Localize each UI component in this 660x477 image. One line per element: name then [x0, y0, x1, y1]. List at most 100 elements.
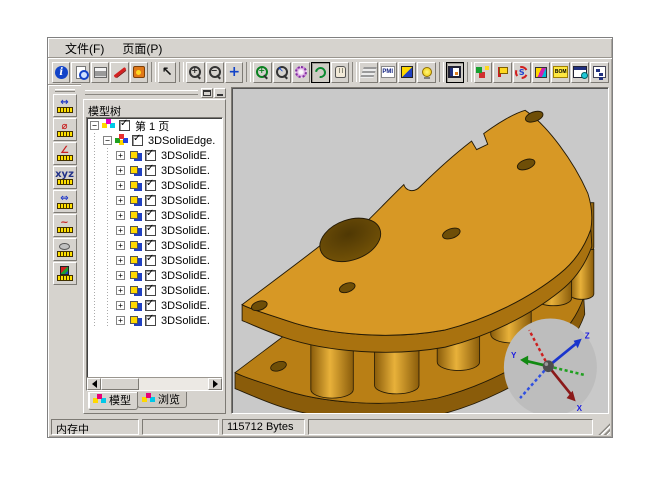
expand-toggle[interactable]: +	[116, 301, 125, 310]
coordinate-xyz-button[interactable]: xyz	[53, 166, 77, 189]
tree-item-label[interactable]: 3DSolidE.	[161, 285, 210, 297]
expand-toggle[interactable]: +	[116, 316, 125, 325]
tree-item-part: +3DSolidE.	[87, 208, 222, 223]
expand-toggle[interactable]: +	[116, 181, 125, 190]
tree-item-label[interactable]: 3DSolidE.	[161, 240, 210, 252]
expand-toggle[interactable]: +	[116, 196, 125, 205]
model-canvas[interactable]: Z X Y	[232, 88, 608, 413]
expand-toggle[interactable]: +	[116, 241, 125, 250]
visibility-checkbox[interactable]	[145, 180, 156, 191]
measure-volume-button[interactable]	[53, 262, 77, 285]
tree-item-label[interactable]: 3DSolidE.	[161, 315, 210, 327]
measure-angle-button[interactable]: ∠	[53, 142, 77, 165]
materials-button[interactable]	[532, 62, 550, 83]
tree-item-label[interactable]: 3DSolidE.	[161, 300, 210, 312]
visibility-checkbox[interactable]	[145, 165, 156, 176]
tree-item-label[interactable]: 3DSolidE.	[161, 210, 210, 222]
tree-item-label[interactable]: 3DSolidE.	[161, 150, 210, 162]
scroll-right-button[interactable]	[208, 378, 222, 390]
print-icon	[94, 67, 107, 78]
measure-gap-button[interactable]: ⇔	[53, 190, 77, 213]
zoom-out-button[interactable]: −	[206, 62, 224, 83]
zoom-all-button[interactable]: +	[253, 62, 271, 83]
visibility-checkbox[interactable]	[145, 255, 156, 266]
expand-toggle[interactable]: −	[90, 121, 99, 130]
scrollbar-thumb[interactable]	[101, 378, 139, 390]
rotate-button[interactable]	[311, 62, 329, 83]
pan-move-button[interactable]: +	[225, 62, 243, 83]
measure-gap-icon: ⇔	[56, 193, 74, 210]
tree-item-label[interactable]: 第 1 页	[135, 118, 169, 134]
structure-button[interactable]	[590, 62, 608, 83]
panel-toggle-button[interactable]	[446, 62, 464, 83]
panel-hide-button[interactable]	[214, 88, 226, 98]
left-arrow-icon	[92, 380, 97, 388]
expand-toggle[interactable]: +	[116, 211, 125, 220]
zoom-select-button[interactable]: ↖	[273, 62, 291, 83]
tree-item-label[interactable]: 3DSolidE.	[161, 270, 210, 282]
menu-item-1[interactable]: 页面(P)	[113, 38, 171, 59]
expand-toggle[interactable]: −	[103, 136, 112, 145]
tree-hscrollbar[interactable]	[87, 377, 222, 390]
pmi-button[interactable]: PMI	[379, 62, 397, 83]
visibility-checkbox[interactable]	[145, 150, 156, 161]
tab-model[interactable]: 模型	[88, 392, 138, 410]
scroll-left-button[interactable]	[87, 378, 101, 390]
tab-browse[interactable]: 浏览	[137, 392, 187, 408]
visibility-checkbox[interactable]	[145, 240, 156, 251]
measure-area-button[interactable]	[53, 238, 77, 261]
tree-indent	[103, 283, 116, 298]
measure-distance-icon: ↔	[56, 97, 74, 114]
visibility-checkbox[interactable]	[132, 135, 143, 146]
measure-radius-button[interactable]: ⌀	[53, 118, 77, 141]
viewport-3d[interactable]: Z X Y	[231, 87, 609, 414]
expand-toggle[interactable]: +	[116, 286, 125, 295]
component-button[interactable]	[493, 62, 511, 83]
menu-item-0[interactable]: 文件(F)	[56, 38, 113, 59]
print-preview-button[interactable]	[71, 62, 89, 83]
visibility-checkbox[interactable]	[145, 225, 156, 236]
visibility-checkbox[interactable]	[145, 210, 156, 221]
tree-item-label[interactable]: 3DSolidE.	[161, 255, 210, 267]
resize-grip[interactable]	[596, 421, 610, 435]
report-button[interactable]	[571, 62, 589, 83]
expand-toggle[interactable]: +	[116, 256, 125, 265]
visibility-checkbox[interactable]	[145, 285, 156, 296]
tree-item-label[interactable]: 3DSolidE.	[161, 180, 210, 192]
render-mode-button[interactable]	[292, 62, 310, 83]
expand-toggle[interactable]: +	[116, 166, 125, 175]
measure-distance-button[interactable]: ↔	[53, 94, 77, 117]
part-icon	[128, 314, 142, 327]
bom-button[interactable]: BOM	[551, 62, 569, 83]
panel-float-button[interactable]	[201, 88, 213, 98]
tree-item-label[interactable]: 3DSolidE.	[161, 165, 210, 177]
visibility-checkbox[interactable]	[145, 270, 156, 281]
measure-curve-button[interactable]: ~	[53, 214, 77, 237]
info-button[interactable]: i	[52, 62, 70, 83]
print-preview-icon	[76, 66, 86, 79]
tree-item-label[interactable]: 3DSolidE.	[161, 225, 210, 237]
zoom-in-button[interactable]: +	[186, 62, 204, 83]
panel-gripper[interactable]	[85, 90, 198, 95]
visibility-checkbox[interactable]	[119, 120, 130, 131]
expand-toggle[interactable]: +	[116, 151, 125, 160]
stamp-button[interactable]	[130, 62, 148, 83]
assembly-button[interactable]	[474, 62, 492, 83]
layers-button[interactable]	[359, 62, 377, 83]
animation-button[interactable]: S	[513, 62, 531, 83]
view-cube-button[interactable]	[398, 62, 416, 83]
expand-toggle[interactable]: +	[116, 271, 125, 280]
hand-pan-button[interactable]	[331, 62, 349, 83]
toolbar-gripper[interactable]	[55, 89, 75, 92]
scrollbar-track[interactable]	[101, 378, 208, 390]
tree-item-label[interactable]: 3DSolidEdge.	[148, 135, 215, 147]
select-arrow-button[interactable]: ↖	[158, 62, 176, 83]
tree-item-label[interactable]: 3DSolidE.	[161, 195, 210, 207]
print-button[interactable]	[91, 62, 109, 83]
visibility-checkbox[interactable]	[145, 195, 156, 206]
edit-pen-button[interactable]	[110, 62, 128, 83]
light-button[interactable]	[417, 62, 435, 83]
visibility-checkbox[interactable]	[145, 300, 156, 311]
visibility-checkbox[interactable]	[145, 315, 156, 326]
expand-toggle[interactable]: +	[116, 226, 125, 235]
